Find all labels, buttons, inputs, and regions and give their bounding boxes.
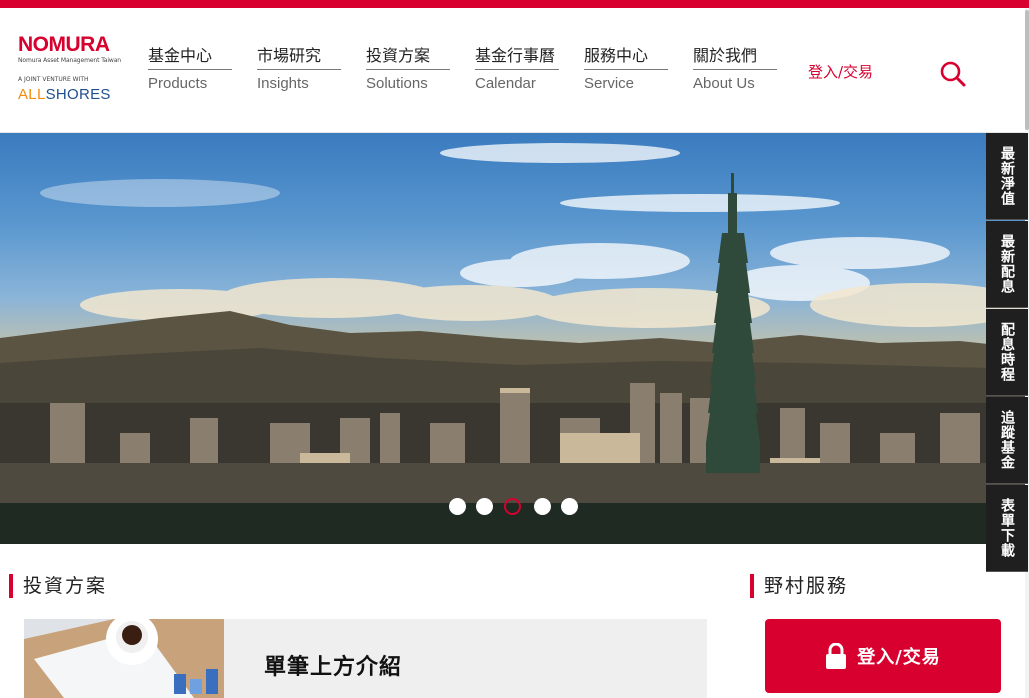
partner-prefix: ALL — [18, 86, 46, 103]
nav-item-about-us[interactable]: 關於我們 About Us — [693, 46, 777, 92]
site-header: NOMURA Nomura Asset Management Taiwan A … — [0, 8, 1025, 133]
hero-carousel-image — [0, 133, 1025, 544]
nav-item-en-label: Calendar — [475, 75, 536, 92]
service-login-label: 登入/交易 — [857, 647, 941, 668]
taipei-skyline-illustration — [0, 143, 1025, 544]
scrollbar-thumb[interactable] — [1025, 10, 1029, 130]
side-tab-label: 配息時程 — [999, 322, 1015, 382]
nav-item-zh-label: 投資方案 — [366, 46, 450, 70]
top-accent-bar — [0, 0, 1029, 8]
side-tab-dividend-schedule[interactable]: 配息時程 — [986, 309, 1028, 396]
side-tab-latest-dividend[interactable]: 最新配息 — [986, 221, 1028, 308]
carousel-dot[interactable] — [534, 498, 551, 515]
nav-item-insights[interactable]: 市場研究 Insights — [257, 46, 341, 92]
logo-subtitle: Nomura Asset Management Taiwan — [18, 57, 121, 64]
nav-item-products[interactable]: 基金中心 Products — [148, 46, 232, 92]
carousel-dot-active[interactable] — [504, 498, 521, 515]
joint-venture-text: A JOINT VENTURE WITH — [18, 76, 89, 83]
side-tab-latest-nav[interactable]: 最新淨值 — [986, 133, 1028, 220]
nav-item-zh-label: 基金中心 — [148, 46, 232, 70]
nav-item-zh-label: 服務中心 — [584, 46, 668, 70]
side-tab-form-download[interactable]: 表單下載 — [986, 485, 1028, 572]
nav-item-en-label: Products — [148, 75, 208, 92]
header-login-link[interactable]: 登入/交易 — [808, 61, 873, 82]
carousel-dot[interactable] — [561, 498, 578, 515]
allshores-logo: ALLSHORES — [18, 86, 126, 103]
side-tab-label: 表單下載 — [999, 498, 1015, 558]
nav-item-calendar[interactable]: 基金行事曆 Calendar — [475, 46, 559, 92]
side-tab-tracked-funds[interactable]: 追蹤基金 — [986, 397, 1028, 484]
carousel-dot[interactable] — [476, 498, 493, 515]
nav-item-solutions[interactable]: 投資方案 Solutions — [366, 46, 450, 92]
investment-card-image — [24, 619, 224, 698]
logo-wordmark: NOMURA — [18, 33, 110, 56]
carousel-dot[interactable] — [449, 498, 466, 515]
service-login-button[interactable]: 登入/交易 — [765, 619, 1001, 693]
nav-item-en-label: Solutions — [366, 75, 428, 92]
nav-item-zh-label: 基金行事曆 — [475, 46, 559, 70]
nav-item-zh-label: 關於我們 — [693, 46, 777, 70]
desk-coffee-illustration — [24, 619, 224, 698]
nav-item-en-label: Insights — [257, 75, 309, 92]
side-tab-label: 最新配息 — [999, 234, 1015, 294]
nav-item-en-label: Service — [584, 75, 635, 92]
nav-item-zh-label: 市場研究 — [257, 46, 341, 70]
nomura-logo[interactable]: NOMURA Nomura Asset Management Taiwan A … — [18, 34, 126, 114]
investment-card-title: 單筆上方介紹 — [264, 655, 403, 680]
nav-item-service[interactable]: 服務中心 Service — [584, 46, 668, 92]
search-icon — [940, 61, 966, 87]
investment-section-title: 投資方案 — [9, 574, 107, 598]
investment-card[interactable]: 單筆上方介紹 — [24, 619, 707, 698]
partner-suffix: SHORES — [45, 86, 111, 103]
nav-item-en-label: About Us — [693, 75, 755, 92]
side-tab-label: 追蹤基金 — [999, 410, 1015, 470]
search-button[interactable] — [938, 59, 968, 89]
service-section-title: 野村服務 — [750, 574, 848, 598]
side-tab-label: 最新淨值 — [999, 146, 1015, 206]
lock-icon — [826, 643, 847, 669]
